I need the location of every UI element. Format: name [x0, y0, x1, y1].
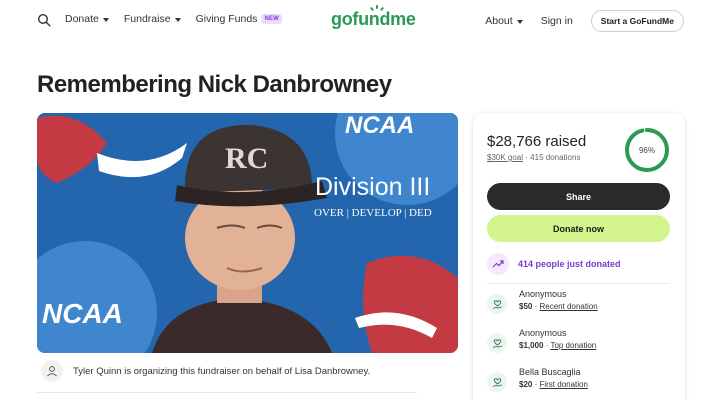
donor-tag-link[interactable]: Recent donation [539, 302, 597, 311]
banner-division-text: Division III [315, 173, 430, 201]
start-gofundme-button[interactable]: Start a GoFundMe [590, 10, 684, 32]
divider [487, 283, 670, 284]
nav-donate-menu[interactable]: Donate [65, 13, 109, 25]
donor-name: Bella Buscaglia [519, 367, 581, 377]
hand-heart-icon [487, 294, 507, 314]
donor-item: Bella Buscaglia $20 · First donation [487, 367, 588, 392]
nav-fundraise-menu[interactable]: Fundraise [124, 13, 181, 25]
donation-count: 415 donations [530, 153, 581, 162]
goal-separator: · [525, 153, 528, 162]
progress-ring: 96% [625, 128, 669, 172]
new-badge: NEW [261, 14, 283, 24]
progress-percent: 96% [639, 146, 655, 155]
nav-giving-funds-label: Giving Funds [195, 13, 258, 25]
amount-raised: $28,766 raised [487, 133, 587, 150]
page-title: Remembering Nick Danbrowney [37, 71, 392, 98]
hero-photo-illustration: RC Division III OVER | DEVELOP | DED NCA… [37, 113, 458, 353]
chevron-down-icon [516, 19, 523, 24]
nav-fundraise-label: Fundraise [123, 13, 171, 25]
donor-tag-link[interactable]: First donation [539, 380, 587, 389]
logo-text: gofundme [331, 9, 416, 29]
nav-about-label: About [485, 15, 513, 27]
organizer-text: Tyler Quinn is organizing this fundraise… [73, 365, 371, 377]
banner-sub-text: OVER | DEVELOP | DED [314, 207, 432, 219]
top-nav: Donate Fundraise Giving Funds NEW gofund… [0, 0, 720, 40]
nav-giving-funds-link[interactable]: Giving Funds NEW [195, 13, 283, 25]
nav-donate-label: Donate [65, 13, 99, 25]
nav-about-menu[interactable]: About [485, 15, 523, 27]
organizer-row: Tyler Quinn is organizing this fundraise… [37, 360, 417, 382]
ncaa-top-text: NCAA [345, 113, 414, 139]
chevron-down-icon [174, 17, 181, 22]
donor-item: Anonymous $50 · Recent donation [487, 289, 598, 314]
activity-text: 414 people just donated [518, 259, 621, 269]
share-button[interactable]: Share [487, 183, 670, 210]
sign-in-label: Sign in [540, 15, 573, 27]
donor-amount: $20 [519, 380, 533, 389]
donor-name: Anonymous [519, 328, 567, 338]
trending-up-icon [487, 253, 509, 275]
sign-in-link[interactable]: Sign in [541, 15, 573, 27]
donor-amount: $1,000 [519, 341, 544, 350]
search-icon[interactable] [37, 13, 51, 27]
divider [37, 392, 417, 393]
cap-letters-text: RC [225, 142, 268, 175]
gofundme-logo[interactable]: gofundme [331, 9, 416, 30]
donor-amount: $50 [519, 302, 533, 311]
person-icon [41, 360, 63, 382]
hand-heart-icon [487, 372, 507, 392]
donate-now-button[interactable]: Donate now [487, 215, 670, 242]
recent-activity: 414 people just donated [487, 253, 621, 275]
goal-row: $30K goal · 415 donations [487, 153, 580, 162]
chevron-down-icon [102, 17, 109, 22]
fundraiser-hero-image[interactable]: RC Division III OVER | DEVELOP | DED NCA… [37, 113, 458, 353]
ncaa-bottom-text: NCAA [42, 298, 123, 329]
donor-item: Anonymous $1,000 · Top donation [487, 328, 596, 353]
donor-name: Anonymous [519, 289, 567, 299]
donor-tag-link[interactable]: Top donation [550, 341, 596, 350]
goal-amount: $30K goal [487, 153, 524, 162]
hand-heart-icon [487, 333, 507, 353]
donation-panel: $28,766 raised $30K goal · 415 donations… [473, 113, 685, 400]
